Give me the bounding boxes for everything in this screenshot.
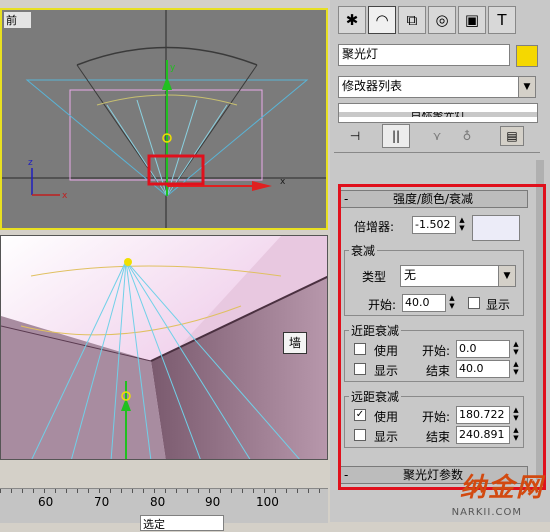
ruler-tick: 90: [205, 495, 221, 509]
world-z-label: z: [28, 158, 33, 168]
watermark-logo: 纳金网: [459, 473, 544, 503]
ruler-tick: 100: [256, 495, 279, 509]
utilities-icon: T: [497, 11, 507, 29]
hierarchy-tab[interactable]: ⧉: [398, 6, 426, 34]
gizmo-y-label: y: [170, 63, 176, 73]
remove-modifier-icon: ♁: [462, 129, 472, 143]
watermark-url: NARKII.COM: [451, 507, 522, 518]
selection-field[interactable]: 选定: [140, 515, 224, 531]
show-end-result-icon: ||: [391, 129, 401, 143]
chevron-down-icon: ▼: [518, 77, 535, 97]
perspective-viewport[interactable]: 墙: [0, 235, 328, 460]
configure-sets-button[interactable]: ▤: [500, 126, 524, 146]
highlight-box-panel: [338, 184, 546, 490]
hierarchy-icon: ⧉: [406, 11, 418, 29]
create-tab[interactable]: ✱: [338, 6, 366, 34]
modifier-list-label: 修改器列表: [342, 79, 403, 93]
ruler-tick: 60: [38, 495, 54, 509]
remove-modifier-button[interactable]: ♁: [456, 126, 478, 146]
object-color-swatch[interactable]: [516, 45, 538, 67]
pin-stack-icon: ⊣: [349, 129, 361, 143]
divider: [334, 152, 540, 153]
front-viewport-scene: y x z x: [2, 10, 326, 228]
gizmo-x-label: x: [280, 177, 286, 187]
utilities-tab[interactable]: T: [488, 6, 516, 34]
modifier-stack[interactable]: 目标聚光灯: [338, 103, 538, 123]
display-tab[interactable]: ▣: [458, 6, 486, 34]
display-icon: ▣: [464, 11, 480, 29]
stack-item[interactable]: 目标聚光灯: [339, 112, 537, 117]
show-end-result-button[interactable]: ||: [382, 124, 410, 148]
motion-icon: ◎: [435, 11, 449, 29]
ruler-tick: 80: [150, 495, 166, 509]
ruler-ticks: [0, 489, 328, 493]
wall-tag: 墙: [283, 332, 307, 354]
front-viewport[interactable]: 前 y x z x: [0, 8, 328, 230]
object-name-field[interactable]: 聚光灯: [338, 44, 510, 66]
modifier-list-dropdown[interactable]: 修改器列表 ▼: [338, 76, 536, 98]
make-unique-icon: ⋎: [432, 129, 442, 143]
time-ruler[interactable]: 60 70 80 90 100 选定: [0, 488, 328, 531]
configure-sets-icon: ▤: [506, 129, 518, 143]
command-panel: ✱ ◠ ⧉ ◎ ▣ T 聚光灯 修改器列表 ▼ 目标聚光灯 ⊣ || ⋎ ♁ ▤…: [330, 0, 550, 522]
ruler-tick: 70: [94, 495, 110, 509]
modify-icon: ◠: [375, 11, 389, 29]
perspective-scene: [1, 236, 327, 459]
make-unique-button[interactable]: ⋎: [426, 126, 448, 146]
pin-stack-button[interactable]: ⊣: [342, 126, 368, 146]
create-icon: ✱: [345, 11, 359, 29]
modify-tab[interactable]: ◠: [368, 6, 396, 34]
world-x-label: x: [62, 191, 68, 201]
motion-tab[interactable]: ◎: [428, 6, 456, 34]
